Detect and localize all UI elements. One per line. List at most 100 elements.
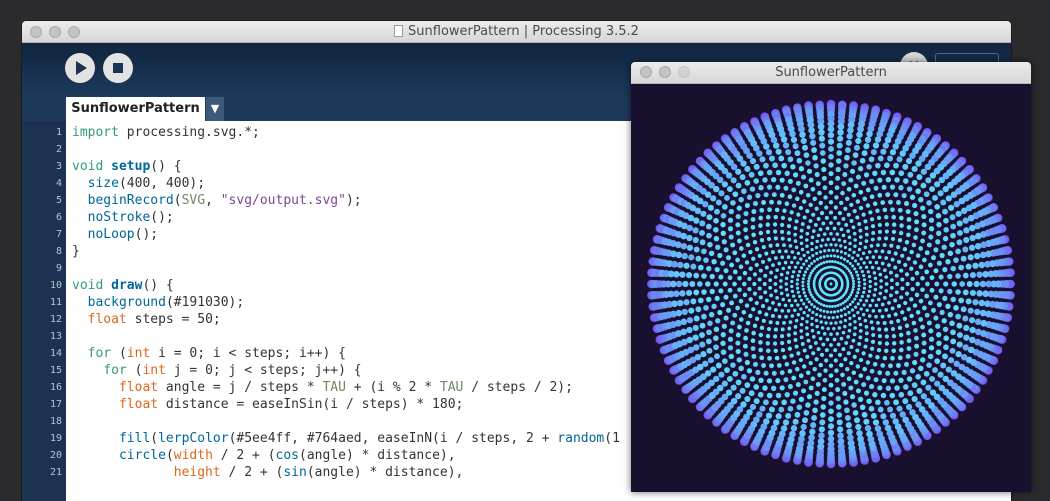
sunflower-dot — [864, 425, 872, 432]
sunflower-dot — [875, 208, 880, 213]
sunflower-dot — [752, 201, 759, 207]
sunflower-dot — [814, 357, 819, 362]
sunflower-dot — [751, 256, 756, 261]
sunflower-dot — [885, 385, 892, 391]
sunflower-dot — [931, 307, 936, 313]
sunflower-dot — [780, 340, 785, 346]
sunflower-dot — [702, 360, 709, 367]
tab-sunflowerpattern[interactable]: SunflowerPattern — [66, 97, 205, 121]
sunflower-dot — [962, 289, 969, 296]
ide-titlebar[interactable]: SunflowerPattern | Processing 3.5.2 — [22, 21, 1011, 43]
sunflower-dot — [918, 246, 924, 251]
sunflower-dot — [833, 215, 838, 220]
line-number: 20 — [49, 450, 62, 461]
sunflower-dot — [882, 355, 888, 361]
sunflower-dot — [932, 195, 938, 201]
sunflower-dot — [903, 262, 908, 268]
sunflower-dot — [821, 342, 826, 347]
sunflower-dot — [846, 305, 850, 309]
sunflower-dot — [891, 348, 897, 354]
code-token: SVG — [181, 193, 206, 208]
sunflower-dot — [763, 370, 769, 376]
sunflower-dot — [874, 425, 882, 432]
sunflower-dot — [741, 253, 747, 258]
sunflower-dot — [928, 226, 935, 232]
line-number: 7 — [55, 229, 62, 240]
sunflower-dot — [911, 180, 918, 186]
sunflower-dot — [936, 302, 942, 308]
tab-menu-button[interactable]: ▼ — [206, 97, 224, 121]
sunflower-dot — [860, 294, 864, 298]
sunflower-dot — [683, 262, 690, 269]
sunflower-dot — [862, 303, 866, 307]
sunflower-dot — [819, 302, 823, 306]
sunflower-dot — [798, 396, 805, 402]
sunflower-dot — [783, 377, 789, 383]
sunflower-dot — [855, 423, 862, 431]
sketch-window-title: SunflowerPattern — [775, 65, 887, 80]
sunflower-dot — [874, 314, 878, 319]
sunflower-dot — [934, 380, 941, 387]
sunflower-dot — [915, 253, 921, 258]
sunflower-dot — [942, 295, 948, 301]
sunflower-dot — [750, 217, 756, 222]
sunflower-dot — [884, 282, 889, 286]
sunflower-dot — [854, 294, 858, 298]
sunflower-dot — [907, 390, 914, 397]
sunflower-dot — [895, 363, 901, 368]
sunflower-dot — [905, 209, 911, 215]
sunflower-dot — [839, 320, 843, 324]
sketch-minimize-button[interactable] — [659, 66, 671, 78]
sunflower-dot — [713, 227, 719, 233]
sunflower-dot — [867, 250, 872, 254]
sunflower-dot — [889, 278, 894, 283]
sunflower-dot — [799, 266, 804, 270]
run-button[interactable] — [65, 53, 95, 83]
sunflower-dot — [780, 334, 785, 339]
sunflower-dot — [849, 345, 854, 349]
sketch-zoom-button[interactable] — [678, 66, 690, 78]
sunflower-dot — [744, 235, 749, 240]
sunflower-dot — [701, 248, 707, 255]
sunflower-dot — [962, 344, 969, 351]
sunflower-dot — [853, 379, 859, 385]
sunflower-dot — [949, 347, 956, 354]
minimize-window-button[interactable] — [49, 26, 61, 38]
sunflower-dot — [784, 170, 790, 176]
sunflower-dot — [880, 363, 886, 368]
sunflower-dot — [918, 317, 924, 322]
sunflower-dot — [762, 385, 768, 391]
sunflower-dot — [706, 329, 712, 336]
sunflower-dot — [680, 318, 688, 326]
sunflower-dot — [752, 361, 759, 367]
sunflower-dot — [984, 300, 991, 308]
sunflower-dot — [727, 275, 733, 281]
close-window-button[interactable] — [30, 26, 42, 38]
sunflower-dot — [742, 270, 748, 276]
zoom-window-button[interactable] — [68, 26, 80, 38]
sunflower-dot — [785, 412, 792, 419]
sketch-titlebar[interactable]: SunflowerPattern — [631, 62, 1031, 84]
sunflower-dot — [786, 255, 791, 259]
code-token: , — [205, 193, 221, 208]
sunflower-dot — [829, 254, 833, 258]
sunflower-dot — [708, 311, 715, 318]
sunflower-dot — [950, 329, 956, 336]
sunflower-dot — [682, 280, 689, 288]
sunflower-dot — [806, 338, 811, 343]
sunflower-dot — [710, 366, 717, 373]
sunflower-dot — [866, 294, 870, 298]
sketch-close-button[interactable] — [640, 66, 652, 78]
sunflower-dot — [938, 384, 946, 392]
sunflower-dot — [898, 332, 904, 338]
sunflower-dot — [839, 227, 844, 232]
sunflower-dot — [924, 312, 930, 318]
sunflower-dot — [785, 293, 790, 297]
sunflower-dot — [735, 257, 740, 263]
stop-button[interactable] — [103, 53, 133, 83]
sunflower-dot — [976, 290, 983, 297]
sunflower-dot — [786, 224, 792, 229]
sunflower-dot — [762, 282, 767, 286]
